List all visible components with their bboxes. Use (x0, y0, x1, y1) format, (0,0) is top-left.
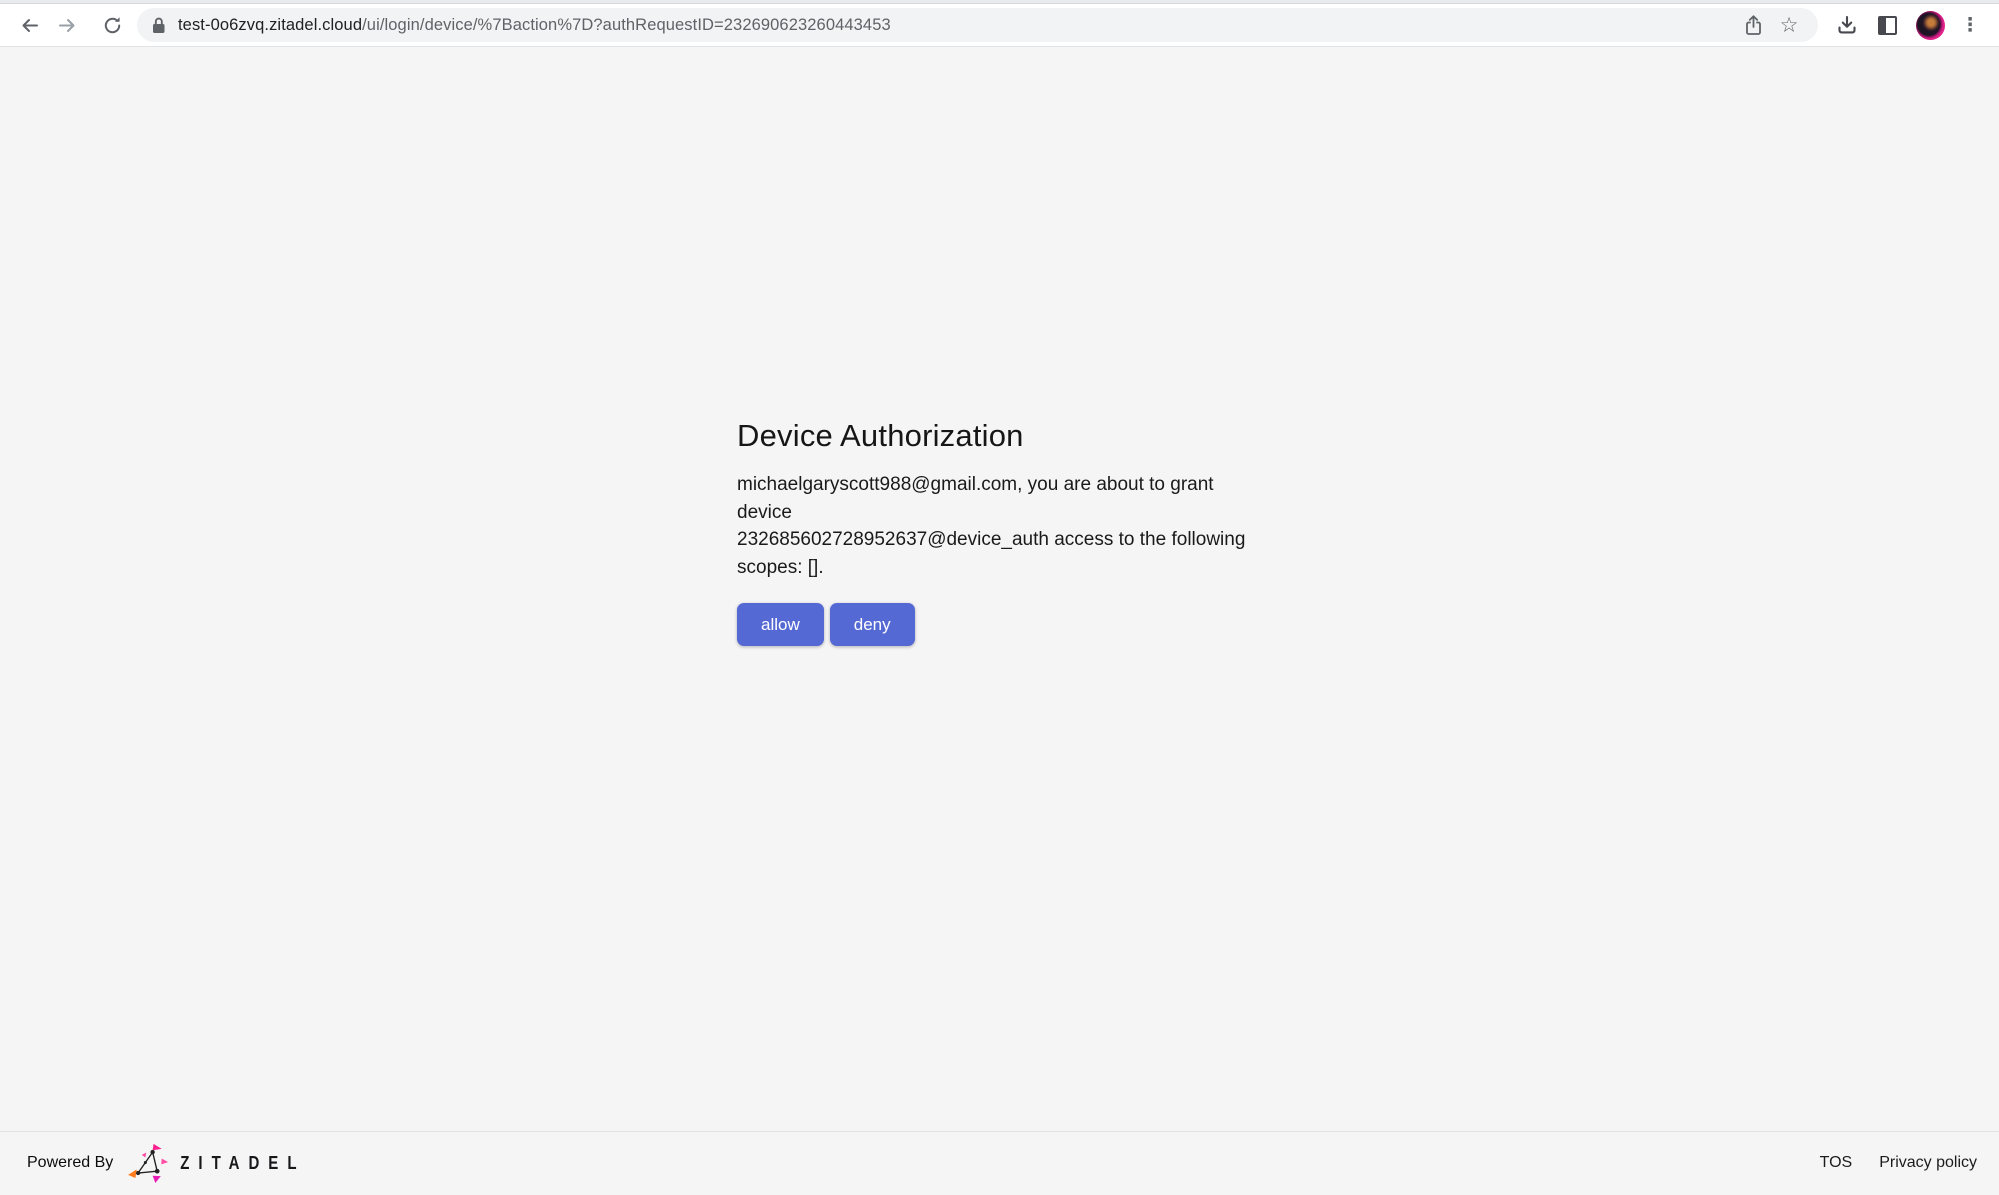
forward-arrow-icon (57, 15, 78, 36)
lock-icon (150, 16, 167, 35)
share-button[interactable] (1738, 10, 1768, 40)
toolbar-right-icons: ⋮ (1832, 10, 1983, 40)
url-path: /ui/login/device/%7Baction%7D?authReques… (362, 16, 891, 34)
url-text: test-0o6zvq.zitadel.cloud/ui/login/devic… (178, 16, 891, 35)
grant-message-line: michaelgaryscott988@gmail.com, you are a… (737, 471, 1262, 526)
zitadel-logo-icon (127, 1143, 171, 1183)
device-authorization-panel: Device Authorization michaelgaryscott988… (737, 47, 1262, 646)
kebab-menu-icon: ⋮ (1961, 14, 1980, 36)
reload-icon (102, 15, 123, 36)
powered-by-label: Powered By (27, 1154, 113, 1172)
grant-message-line: scopes: []. (737, 554, 1262, 582)
profile-avatar[interactable] (1916, 11, 1945, 40)
bookmark-star-button[interactable]: ☆ (1774, 10, 1804, 40)
zitadel-wordmark: ZITADEL (180, 1152, 305, 1173)
downloads-button[interactable] (1832, 10, 1862, 40)
address-bar[interactable]: test-0o6zvq.zitadel.cloud/ui/login/devic… (137, 8, 1818, 42)
download-icon (1836, 14, 1858, 36)
side-panel-icon (1878, 16, 1897, 35)
browser-menu-button[interactable]: ⋮ (1957, 10, 1983, 40)
privacy-policy-link[interactable]: Privacy policy (1879, 1154, 1977, 1172)
browser-chrome: test-0o6zvq.zitadel.cloud/ui/login/devic… (0, 0, 1999, 47)
allow-button[interactable]: allow (737, 603, 824, 646)
star-icon: ☆ (1780, 15, 1799, 36)
share-icon (1744, 14, 1763, 37)
page-body: Device Authorization michaelgaryscott988… (0, 47, 1999, 1131)
back-arrow-icon (19, 15, 40, 36)
page-title: Device Authorization (737, 418, 1262, 454)
deny-button[interactable]: deny (830, 603, 915, 646)
forward-button[interactable] (52, 10, 82, 40)
grant-message-line: 232685602728952637@device_auth access to… (737, 526, 1262, 554)
tos-link[interactable]: TOS (1820, 1154, 1853, 1172)
page-footer: Powered By ZITADEL TOS Privacy policy (0, 1131, 1999, 1194)
browser-toolbar: test-0o6zvq.zitadel.cloud/ui/login/devic… (0, 4, 1999, 47)
grant-message: michaelgaryscott988@gmail.com, you are a… (737, 471, 1262, 581)
reload-button[interactable] (97, 10, 127, 40)
zitadel-brand-link[interactable]: ZITADEL (127, 1143, 305, 1183)
action-buttons: allow deny (737, 603, 1262, 646)
url-host: test-0o6zvq.zitadel.cloud (178, 16, 362, 34)
side-panel-button[interactable] (1872, 10, 1902, 40)
back-button[interactable] (14, 10, 44, 40)
